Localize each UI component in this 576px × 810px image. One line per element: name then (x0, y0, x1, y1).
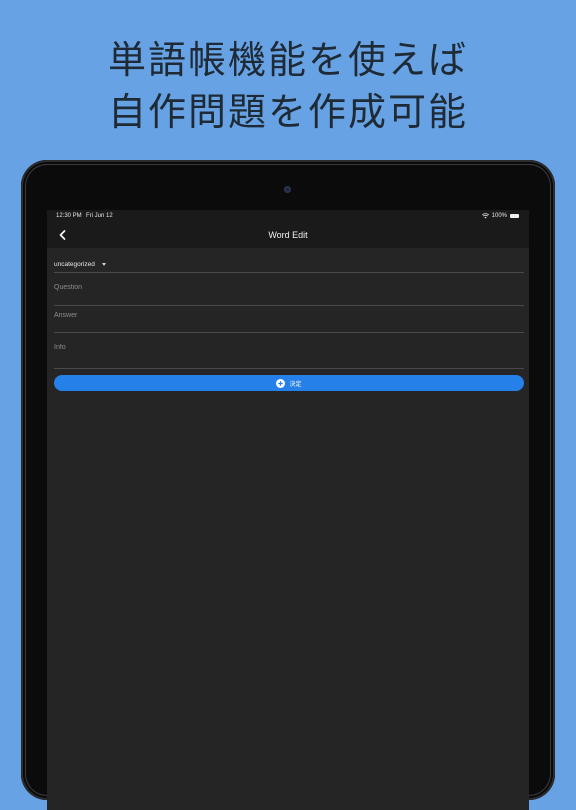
battery-icon (510, 214, 519, 218)
status-bar: 12:30 PM Fri Jun 12 100% (47, 210, 529, 223)
camera-icon (284, 186, 291, 193)
info-input[interactable] (54, 344, 514, 351)
question-field (54, 284, 524, 306)
promo-line-2: 自作問題を作成可能 (107, 90, 468, 134)
navigation-bar: Word Edit (47, 223, 529, 248)
status-date: Fri Jun 12 (86, 213, 113, 219)
chevron-down-icon (102, 263, 106, 266)
battery-percent: 100% (491, 213, 507, 219)
answer-input[interactable] (54, 312, 514, 319)
status-indicators: 100% (481, 213, 519, 219)
promo-line-1: 単語帳機能を使えば (107, 38, 468, 82)
tablet-frame: 12:30 PM Fri Jun 12 100% Word Edit uncat… (21, 160, 555, 810)
submit-label: 決定 (289, 380, 302, 388)
question-input[interactable] (54, 284, 514, 291)
info-field (54, 344, 524, 369)
plus-circle-icon (276, 378, 286, 388)
wifi-icon (481, 213, 489, 219)
promo-headline: 単語帳機能を使えば 自作問題を作成可能 (0, 34, 576, 138)
answer-field (54, 312, 524, 333)
app-screen: 12:30 PM Fri Jun 12 100% Word Edit uncat… (47, 210, 529, 810)
category-dropdown[interactable]: uncategorized (54, 256, 524, 273)
status-time: 12:30 PM (56, 213, 82, 219)
page-title: Word Edit (268, 230, 308, 240)
category-value: uncategorized (54, 261, 95, 268)
submit-button[interactable]: 決定 (54, 375, 524, 391)
